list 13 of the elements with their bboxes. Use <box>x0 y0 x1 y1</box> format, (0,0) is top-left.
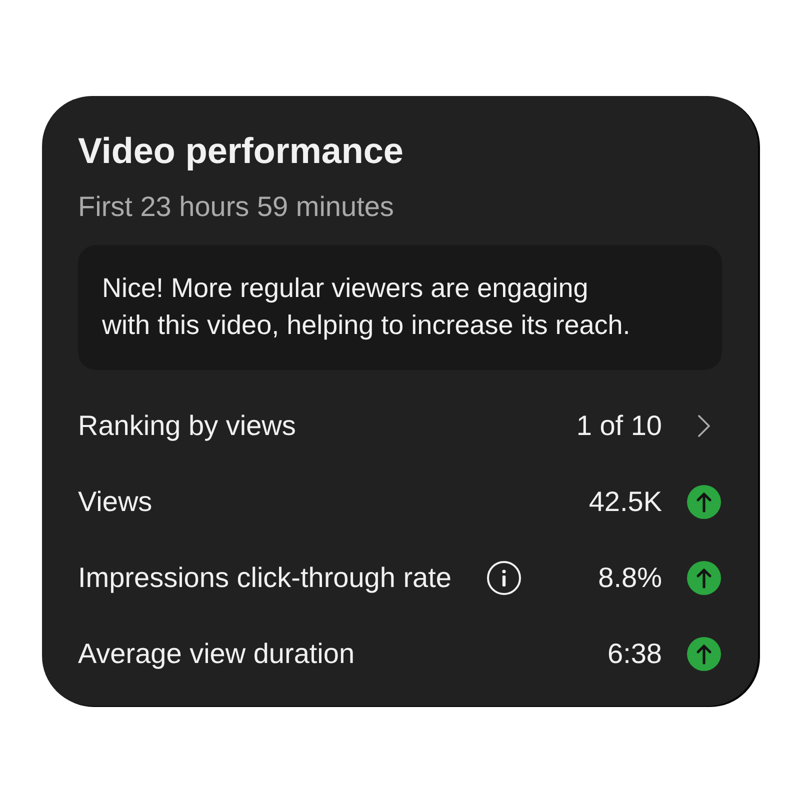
metric-label: Views <box>78 486 152 518</box>
metric-value: 8.8% <box>598 562 662 594</box>
card-title: Video performance <box>78 130 404 172</box>
message-text: Nice! More regular viewers are engaging with this video, helping to increase its reach. <box>102 272 632 342</box>
metric-label: Average view duration <box>78 638 355 670</box>
card-subtitle: First 23 hours 59 minutes <box>78 190 394 224</box>
metric-value: 42.5K <box>588 486 662 518</box>
chevron-right-icon[interactable] <box>698 415 710 437</box>
metric-value: 6:38 <box>608 638 662 670</box>
info-icon[interactable] <box>487 561 522 595</box>
metric-label: Impressions click-through rate <box>78 562 452 594</box>
metric-label: Ranking by views <box>78 410 296 442</box>
metric-value: 1 of 10 <box>576 410 662 442</box>
